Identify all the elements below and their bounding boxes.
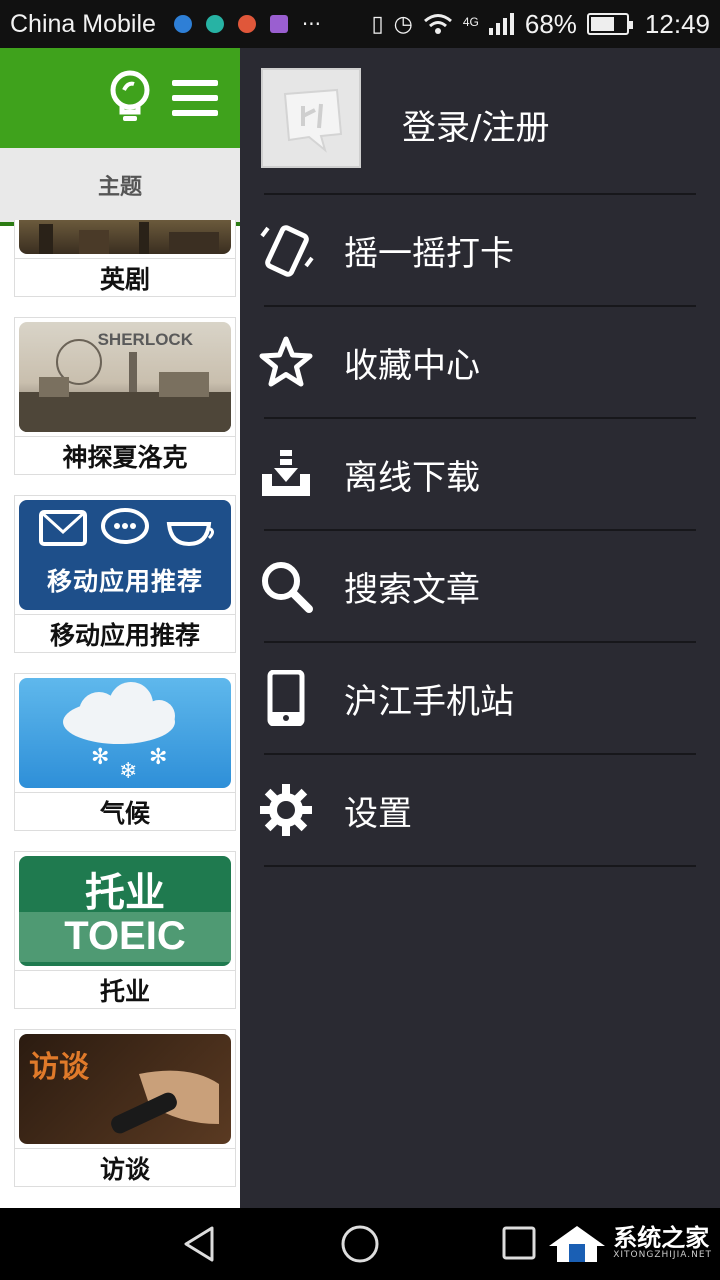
topic-image: ✻ ❄ ✻ xyxy=(19,678,231,788)
menu-item-label: 设置 xyxy=(344,793,412,834)
menu-item-label: 搜索文章 xyxy=(344,569,480,610)
image-caption: 移动应用推荐 xyxy=(46,567,203,596)
status-bar: China Mobile ··· ▯ ◷ 4G 68% 12:49 xyxy=(0,0,720,48)
topic-caption: 访谈 xyxy=(15,1148,235,1186)
menu-item-label: 沪江手机站 xyxy=(344,681,514,722)
menu-item-label: 摇一摇打卡 xyxy=(344,233,514,274)
system-navigation-bar: 系统之家 XITONGZHIJIA.NET xyxy=(0,1208,720,1280)
shake-phone-icon xyxy=(258,222,314,278)
svg-text:✻: ✻ xyxy=(149,745,167,770)
topic-list: 英剧 SHERLOCK 神探夏洛克 移动应用推荐 移动应用推荐 ✻ ❄ ✻ 气候… xyxy=(0,220,240,1187)
topic-caption: 托业 xyxy=(15,970,235,1008)
watermark: 系统之家 XITONGZHIJIA.NET xyxy=(547,1222,712,1264)
menu-item-offline-download[interactable]: 离线下载 xyxy=(240,419,720,529)
topic-image xyxy=(19,220,231,254)
topic-caption: 英剧 xyxy=(15,258,235,296)
topic-image: 移动应用推荐 xyxy=(19,500,231,610)
battery-level-fill xyxy=(590,17,615,31)
notification-icon xyxy=(237,15,256,33)
battery-percent: 68% xyxy=(524,8,577,39)
topic-tile[interactable]: SHERLOCK 神探夏洛克 xyxy=(14,317,236,475)
wifi-icon xyxy=(423,14,452,34)
notification-icon xyxy=(269,15,288,33)
avatar[interactable] xyxy=(261,68,361,168)
image-caption-secondary: TOEIC xyxy=(64,914,186,958)
star-icon xyxy=(258,334,314,390)
back-icon[interactable] xyxy=(180,1224,220,1264)
login-register-link[interactable]: 登录/注册 xyxy=(402,100,549,149)
topic-caption: 神探夏洛克 xyxy=(15,436,235,474)
vibrate-icon: ▯ xyxy=(371,11,384,36)
topic-tile[interactable]: ✻ ❄ ✻ 气候 xyxy=(14,673,236,831)
menu-item-mobile-site[interactable]: 沪江手机站 xyxy=(240,643,720,753)
gear-icon xyxy=(258,782,314,838)
signal-icon xyxy=(488,13,514,35)
topic-caption: 移动应用推荐 xyxy=(15,614,235,652)
clock: 12:49 xyxy=(644,8,710,39)
menu-item-label: 离线下载 xyxy=(344,457,480,498)
divider xyxy=(264,865,696,867)
battery-icon xyxy=(586,13,633,35)
topic-tile[interactable]: 英剧 xyxy=(14,220,236,297)
network-type: 4G xyxy=(462,14,479,29)
menu-item-shake-checkin[interactable]: 摇一摇打卡 xyxy=(240,195,720,305)
search-icon xyxy=(258,558,314,614)
carrier-name: China Mobile xyxy=(10,9,156,38)
more-notifications-icon: ··· xyxy=(301,12,321,36)
notification-icons: ··· xyxy=(173,12,321,36)
topic-tile[interactable]: 托业 TOEIC 托业 xyxy=(14,851,236,1009)
notification-icon xyxy=(205,15,224,33)
menu-item-settings[interactable]: 设置 xyxy=(240,755,720,865)
topic-image: SHERLOCK xyxy=(19,322,231,432)
image-caption: 托业 xyxy=(85,870,165,916)
topic-caption: 气候 xyxy=(15,792,235,830)
menu-item-favorites[interactable]: 收藏中心 xyxy=(240,307,720,417)
svg-text:✻: ✻ xyxy=(91,745,109,770)
topic-image: 托业 TOEIC xyxy=(19,856,231,966)
menu-icon[interactable] xyxy=(172,80,218,116)
download-tray-icon xyxy=(258,446,314,502)
app-header xyxy=(0,48,240,148)
svg-text:❄: ❄ xyxy=(119,759,137,784)
watermark-text: 系统之家 xyxy=(613,1223,710,1252)
topic-tile[interactable]: 访谈 访谈 xyxy=(14,1029,236,1187)
watermark-subtext: XITONGZHIJIA.NET xyxy=(613,1249,712,1260)
alarm-icon: ◷ xyxy=(393,11,413,36)
menu-item-label: 收藏中心 xyxy=(344,345,480,386)
recent-apps-icon[interactable] xyxy=(500,1224,540,1264)
lightbulb-icon[interactable] xyxy=(106,70,154,126)
tab-label: 主题 xyxy=(97,175,142,200)
navigation-drawer: 登录/注册 摇一摇打卡 收藏中心 离线下载 搜索文章 沪江手机站 设置 xyxy=(240,48,720,1208)
topic-image: 访谈 xyxy=(19,1034,231,1144)
watermark-logo-icon xyxy=(549,1226,606,1262)
drawer-profile: 登录/注册 xyxy=(240,48,720,193)
menu-item-search-articles[interactable]: 搜索文章 xyxy=(240,531,720,641)
home-icon[interactable] xyxy=(340,1224,380,1264)
app-content-panel: 主题 英剧 SHERLOCK 神探夏洛克 移动应用推荐 移动应用推荐 ✻ ❄ ✻… xyxy=(0,48,240,1208)
tab-topics[interactable]: 主题 xyxy=(0,148,240,226)
topic-tile[interactable]: 移动应用推荐 移动应用推荐 xyxy=(14,495,236,653)
notification-icon xyxy=(173,15,192,33)
mobile-phone-icon xyxy=(258,670,314,726)
